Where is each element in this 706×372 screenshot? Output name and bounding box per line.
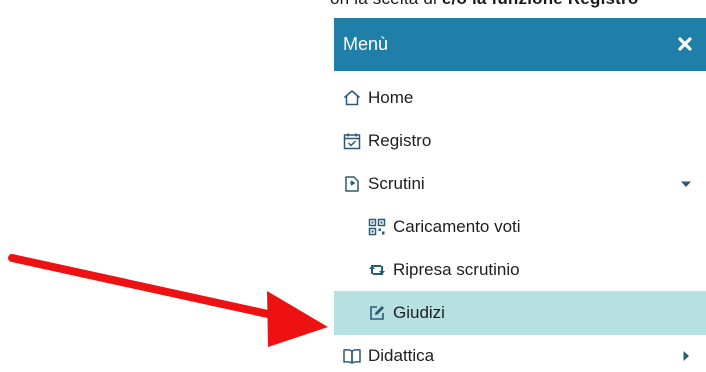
menu-item-label: Registro <box>368 131 432 150</box>
menu-item-giudizi[interactable]: Giudizi <box>334 291 706 335</box>
home-icon <box>341 87 363 109</box>
menu-header: Menù <box>334 18 706 71</box>
menu-item-home[interactable]: Home <box>334 76 706 120</box>
menu-item-label: Caricamento voti <box>393 217 521 236</box>
menu-item-label: Home <box>368 88 414 107</box>
close-icon[interactable] <box>676 35 694 53</box>
menu-title: Menù <box>343 34 389 54</box>
chevron-down-icon[interactable] <box>680 178 692 190</box>
page: on la scelta di e/o la funzione Registro… <box>0 0 706 372</box>
menu-item-label: Giudizi <box>393 303 445 322</box>
menu-item-scrutini[interactable]: Scrutini <box>334 162 706 206</box>
retweet-icon <box>366 259 388 281</box>
menu-item-registro[interactable]: Registro <box>334 119 706 163</box>
top-text-bold: e/o la funzione Registro <box>442 0 639 8</box>
edit-icon <box>366 302 388 324</box>
menu-item-label: Didattica <box>368 346 435 365</box>
chevron-right-icon[interactable] <box>680 350 692 362</box>
top-cropped-text: on la scelta di e/o la funzione Registro <box>330 0 638 9</box>
calendar-check-icon <box>341 130 363 152</box>
qr-code-icon <box>366 216 388 238</box>
menu-item-label: Scrutini <box>368 174 425 193</box>
menu-item-label: Ripresa scrutinio <box>393 260 520 279</box>
menu-item-ripresa-scrutinio[interactable]: Ripresa scrutinio <box>334 248 706 292</box>
scrutini-icon <box>341 173 363 195</box>
book-open-icon <box>341 345 363 367</box>
menu-item-caricamento-voti[interactable]: Caricamento voti <box>334 205 706 249</box>
side-menu: Menù Home Registro Scrutini Caricamento … <box>334 18 706 372</box>
menu-item-didattica[interactable]: Didattica <box>334 334 706 372</box>
top-text-regular: on la scelta di <box>330 0 442 8</box>
